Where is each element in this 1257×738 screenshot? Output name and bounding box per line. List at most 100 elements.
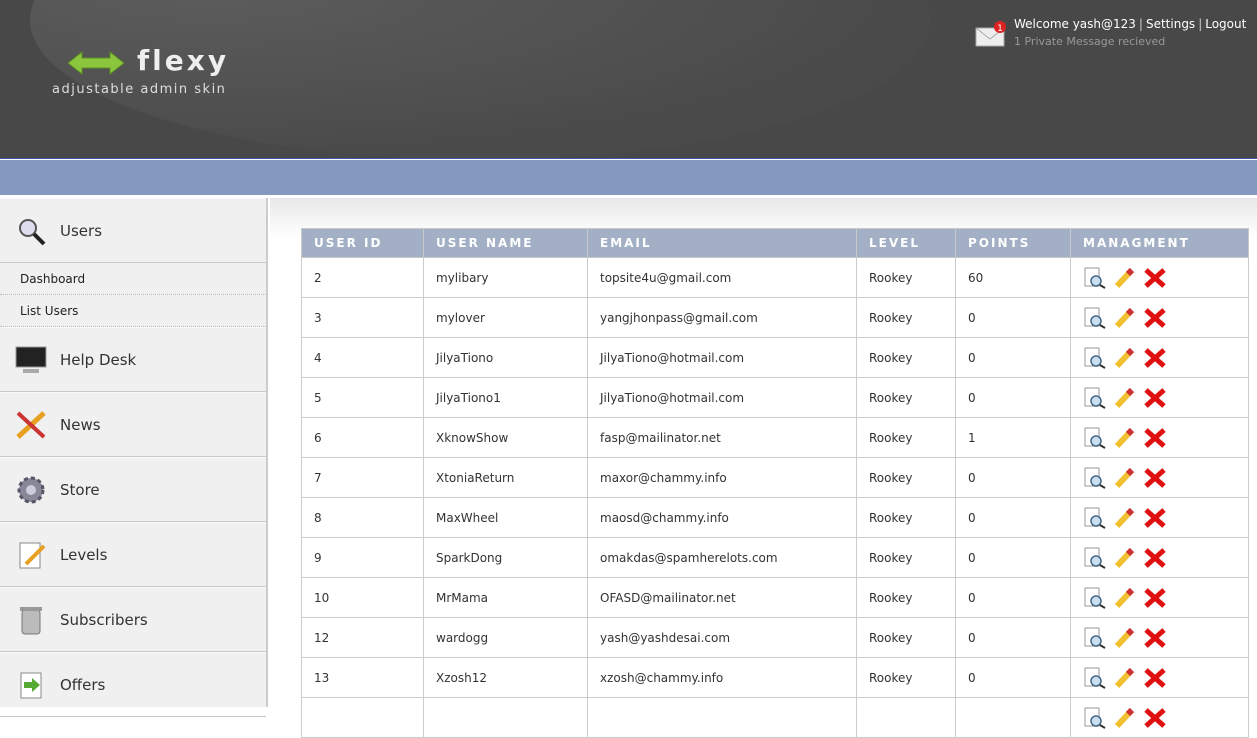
view-icon[interactable] [1083, 387, 1107, 409]
cell-user-name: XknowShow [423, 417, 588, 458]
edit-icon[interactable] [1113, 467, 1137, 489]
edit-icon[interactable] [1113, 347, 1137, 369]
cell-user-name: JilyaTiono1 [423, 377, 588, 418]
cell-user-name: MrMama [423, 577, 588, 618]
cell-level: Rookey [856, 577, 956, 618]
sidebar-item-news[interactable]: News [0, 392, 266, 457]
private-message-link[interactable]: 1 Private Message recieved [1014, 35, 1246, 48]
logout-link[interactable]: Logout [1205, 17, 1246, 31]
view-icon[interactable] [1083, 267, 1107, 289]
cell-level: Rookey [856, 657, 956, 698]
cell-user-name: XtoniaReturn [423, 457, 588, 498]
cell-points: 0 [955, 657, 1071, 698]
delete-icon[interactable] [1143, 507, 1167, 529]
sidebar-item-subscribers[interactable]: Subscribers [0, 587, 266, 652]
edit-icon[interactable] [1113, 307, 1137, 329]
delete-icon[interactable] [1143, 627, 1167, 649]
cell-points: 0 [955, 577, 1071, 618]
view-icon[interactable] [1083, 507, 1107, 529]
table-row: 13 Xzosh12 xzosh@chammy.info Rookey 0 [301, 657, 1249, 698]
edit-icon[interactable] [1113, 667, 1137, 689]
cell-user-name [423, 697, 588, 738]
settings-link[interactable]: Settings [1146, 17, 1195, 31]
table-row: 4 JilyaTiono JilyaTiono@hotmail.com Rookey 0 [301, 337, 1249, 378]
cell-level: Rookey [856, 537, 956, 578]
edit-icon[interactable] [1113, 547, 1137, 569]
sidebar-item-store[interactable]: Store [0, 457, 266, 522]
delete-icon[interactable] [1143, 467, 1167, 489]
edit-icon[interactable] [1113, 427, 1137, 449]
edit-icon[interactable] [1113, 267, 1137, 289]
sidebar-item-help-desk[interactable]: Help Desk [0, 327, 266, 392]
table-row: 7 XtoniaReturn maxor@chammy.info Rookey 0 [301, 457, 1249, 498]
view-icon[interactable] [1083, 587, 1107, 609]
cell-email: yash@yashdesai.com [587, 617, 857, 658]
cell-email: yangjhonpass@gmail.com [587, 297, 857, 338]
col-user-id[interactable]: USER ID [301, 228, 424, 258]
delete-icon[interactable] [1143, 347, 1167, 369]
cell-points: 1 [955, 417, 1071, 458]
cell-management [1070, 457, 1249, 498]
cell-points [955, 697, 1071, 738]
delete-icon[interactable] [1143, 667, 1167, 689]
cell-email [587, 697, 857, 738]
mail-icon[interactable]: 1 [975, 20, 1009, 48]
cell-user-id: 12 [301, 617, 424, 658]
col-level[interactable]: LEVEL [856, 228, 956, 258]
edit-icon[interactable] [1113, 627, 1137, 649]
col-email[interactable]: EMAIL [587, 228, 857, 258]
delete-icon[interactable] [1143, 707, 1167, 729]
header: flexy adjustable admin skin 1 Welcome ya… [0, 0, 1257, 159]
view-icon[interactable] [1083, 347, 1107, 369]
cell-level: Rookey [856, 377, 956, 418]
cell-points: 0 [955, 617, 1071, 658]
delete-icon[interactable] [1143, 387, 1167, 409]
cell-management [1070, 617, 1249, 658]
sidebar-label: News [60, 415, 101, 434]
view-icon[interactable] [1083, 547, 1107, 569]
sidebar-item-offers[interactable]: Offers [0, 652, 266, 717]
notepad-icon [14, 538, 48, 572]
logo-subtitle: adjustable admin skin [52, 82, 227, 97]
table-row: 3 mylover yangjhonpass@gmail.com Rookey 0 [301, 297, 1249, 338]
table-row [301, 697, 1249, 738]
sidebar-subitem-list-users[interactable]: List Users [0, 295, 266, 327]
view-icon[interactable] [1083, 307, 1107, 329]
sidebar-subitem-dashboard[interactable]: Dashboard [0, 263, 266, 295]
sidebar-item-users[interactable]: Users [0, 198, 266, 263]
col-points[interactable]: POINTS [955, 228, 1071, 258]
delete-icon[interactable] [1143, 547, 1167, 569]
cell-user-name: SparkDong [423, 537, 588, 578]
delete-icon[interactable] [1143, 307, 1167, 329]
view-icon[interactable] [1083, 427, 1107, 449]
cell-user-id: 8 [301, 497, 424, 538]
cell-points: 0 [955, 457, 1071, 498]
col-user-name[interactable]: USER NAME [423, 228, 588, 258]
view-icon[interactable] [1083, 667, 1107, 689]
cell-user-id: 3 [301, 297, 424, 338]
cell-management [1070, 257, 1249, 298]
edit-icon[interactable] [1113, 507, 1137, 529]
edit-icon[interactable] [1113, 587, 1137, 609]
logo-arrow-icon [68, 50, 124, 76]
main-content: USER ID USER NAME EMAIL LEVEL POINTS MAN… [270, 198, 1257, 738]
cell-points: 0 [955, 537, 1071, 578]
delete-icon[interactable] [1143, 427, 1167, 449]
view-icon[interactable] [1083, 627, 1107, 649]
delete-icon[interactable] [1143, 587, 1167, 609]
cell-level: Rookey [856, 617, 956, 658]
view-icon[interactable] [1083, 467, 1107, 489]
edit-icon[interactable] [1113, 387, 1137, 409]
cell-email: xzosh@chammy.info [587, 657, 857, 698]
cell-management [1070, 537, 1249, 578]
delete-icon[interactable] [1143, 267, 1167, 289]
cell-user-name: Xzosh12 [423, 657, 588, 698]
view-icon[interactable] [1083, 707, 1107, 729]
table-row: 6 XknowShow fasp@mailinator.net Rookey 1 [301, 417, 1249, 458]
cell-user-id: 13 [301, 657, 424, 698]
table-row: 5 JilyaTiono1 JilyaTiono@hotmail.com Rookey… [301, 377, 1249, 418]
edit-icon[interactable] [1113, 707, 1137, 729]
cell-user-id: 5 [301, 377, 424, 418]
sidebar-item-levels[interactable]: Levels [0, 522, 266, 587]
cell-email: maosd@chammy.info [587, 497, 857, 538]
